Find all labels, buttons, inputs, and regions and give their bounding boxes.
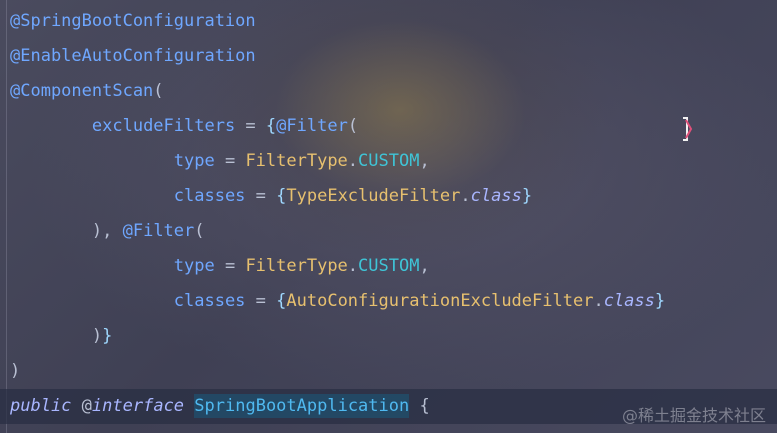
code-editor[interactable]: @SpringBootConfiguration @EnableAutoConfi… xyxy=(0,0,777,433)
code-token: ) xyxy=(91,326,103,346)
text-cursor-icon xyxy=(683,117,693,141)
code-line-1[interactable]: @SpringBootConfiguration xyxy=(0,4,777,39)
code-token: TypeExcludeFilter xyxy=(286,186,461,206)
code-token: SpringBootApplication xyxy=(194,394,410,418)
code-token: ), xyxy=(91,221,123,241)
code-token: . xyxy=(347,151,359,171)
code-token: ( xyxy=(347,116,359,136)
code-line-11[interactable]: ) xyxy=(0,354,777,389)
code-token: , xyxy=(419,151,430,171)
code-line-8[interactable]: type = FilterType.CUSTOM, xyxy=(0,249,777,284)
watermark: @稀土掘金技术社区 xyxy=(622,406,767,425)
code-token: = xyxy=(245,186,277,206)
code-line-4[interactable]: excludeFilters = {@Filter( xyxy=(0,109,777,144)
code-token: ( xyxy=(153,81,164,101)
code-token: @Filter xyxy=(276,116,348,136)
code-token: { xyxy=(276,291,287,311)
code-token: AutoConfigurationExcludeFilter xyxy=(286,291,594,311)
code-token: . xyxy=(593,291,604,311)
code-line-10[interactable]: )} xyxy=(0,319,777,354)
code-token: public xyxy=(10,396,72,416)
code-line-3[interactable]: @ComponentScan( xyxy=(0,74,777,109)
code-token: = xyxy=(214,151,246,171)
code-token: CUSTOM xyxy=(358,151,420,171)
code-token: @EnableAutoConfiguration xyxy=(10,46,256,66)
code-token: { xyxy=(409,396,430,416)
code-token: = xyxy=(245,291,277,311)
code-line-5[interactable]: type = FilterType.CUSTOM, xyxy=(0,144,777,179)
code-token: FilterType xyxy=(245,256,348,276)
code-token: @ComponentScan xyxy=(10,81,154,101)
code-token: interface xyxy=(91,396,185,416)
code-token: classes xyxy=(173,291,246,311)
code-token: = xyxy=(235,116,266,136)
code-token: } xyxy=(102,326,113,346)
code-token: } xyxy=(654,291,666,311)
code-line-7[interactable]: ), @Filter( xyxy=(0,214,777,249)
code-token: FilterType xyxy=(245,151,348,171)
code-token: ( xyxy=(194,221,205,241)
code-token: @ xyxy=(81,396,92,416)
code-token: CUSTOM xyxy=(358,256,420,276)
code-token: } xyxy=(521,186,533,206)
code-token: class xyxy=(470,186,522,206)
code-token: ) xyxy=(10,361,21,381)
code-token: @Filter xyxy=(122,221,195,241)
code-token: . xyxy=(460,186,471,206)
code-token: classes xyxy=(173,186,246,206)
code-token: { xyxy=(276,186,287,206)
code-token: = xyxy=(214,256,246,276)
code-token: excludeFilters xyxy=(91,116,236,136)
code-token: class xyxy=(603,291,655,311)
code-line-6[interactable]: classes = {TypeExcludeFilter.class} xyxy=(0,179,777,214)
code-token: type xyxy=(173,151,215,171)
code-token: , xyxy=(419,256,430,276)
code-line-2[interactable]: @EnableAutoConfiguration xyxy=(0,39,777,74)
code-token: . xyxy=(347,256,359,276)
code-token: @SpringBootConfiguration xyxy=(10,11,256,31)
code-token: { xyxy=(265,116,277,136)
code-token: type xyxy=(173,256,215,276)
code-line-9[interactable]: classes = {AutoConfigurationExcludeFilte… xyxy=(0,284,777,319)
